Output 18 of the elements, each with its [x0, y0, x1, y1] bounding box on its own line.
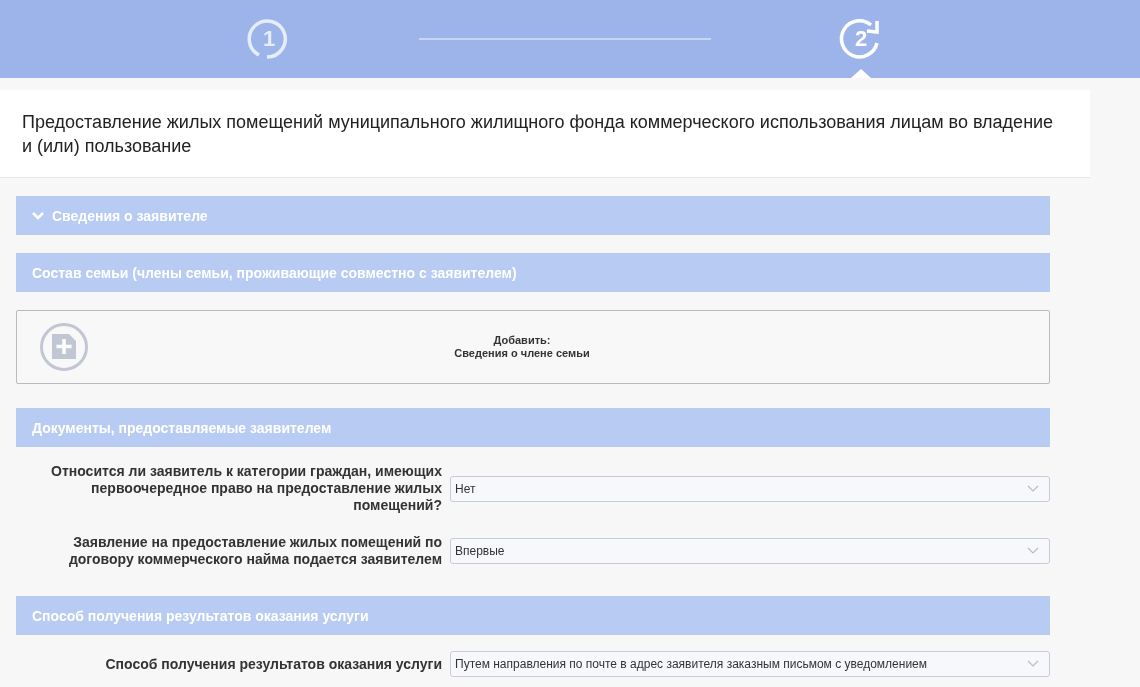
field-label: Способ получения результатов оказания услуги [104, 655, 442, 673]
dropdown[interactable]: Нет [450, 475, 1050, 502]
dropdown[interactable]: Впервые [450, 538, 1050, 564]
field-label: Относится ли заявитель к категории граждан, имеющих первоочередное право на предоставление жилых помещений? [50, 463, 442, 514]
section-header: Состав семьи (члены семьи, проживающие совместно с заявителем) [16, 253, 1050, 292]
pointer-arrow [851, 69, 871, 78]
caret-icon [1027, 547, 1039, 555]
add-document-icon [39, 322, 89, 372]
add-label: Добавить: [493, 334, 551, 347]
dropdown[interactable]: Путем направления по почте в адрес заявителя заказным письмом с уведомлением [450, 651, 1050, 677]
section-header: Документы, предоставляемые заявителем [16, 408, 1050, 447]
add-sublabel: Сведения о члене семьи [454, 347, 590, 360]
caret-icon [1027, 484, 1039, 493]
service-title: Предоставление жилых помещений муниципального жилищного фонда коммерческого использования лицам во владение и (или) пользование [22, 111, 1055, 158]
section-header: Способ получения результатов оказания услуги [16, 596, 1050, 635]
add-member-panel[interactable]: Добавить: Сведения о члене семьи [16, 310, 1050, 384]
caret-icon [1027, 660, 1039, 668]
field-label: Заявление на предоставление жилых помещений по договору коммерческого найма подается заявителем [67, 534, 442, 568]
